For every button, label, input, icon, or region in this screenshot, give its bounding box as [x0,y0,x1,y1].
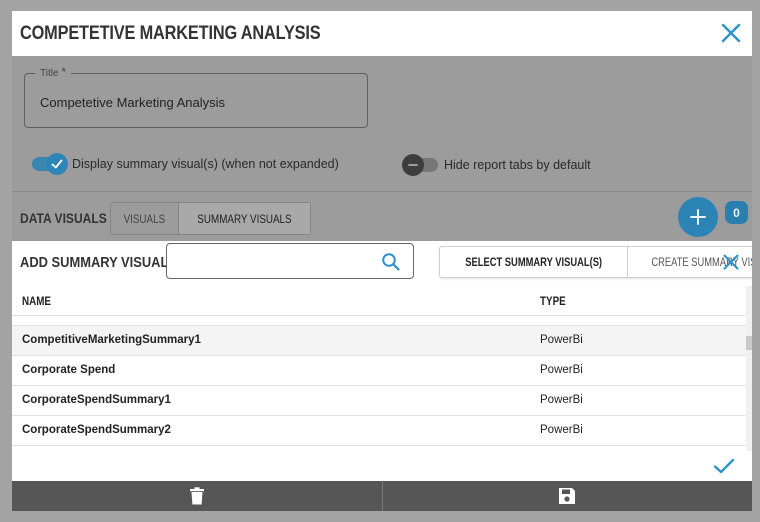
dialog-footer [12,481,752,511]
delete-button[interactable] [12,481,382,511]
edit-report-dialog: COMPETETIVE MARKETING ANALYSIS Title * C… [12,11,752,511]
row-name: CorporateSpendSummary1 [22,394,171,406]
summary-visuals-table: NAME TYPE CompetitiveMarketingSummary1 P… [12,286,746,451]
hide-report-tabs-label: Hide report tabs by default [444,158,591,172]
toggle-track[interactable] [402,154,438,176]
add-visual-button[interactable] [678,197,718,237]
save-button[interactable] [383,481,753,511]
data-visuals-label: DATA VISUALS [20,210,107,226]
row-type: PowerBi [540,394,583,406]
trash-icon [189,487,204,505]
save-icon [559,488,576,504]
row-name: Corporate Spend [22,364,116,376]
close-icon[interactable] [720,22,742,44]
row-type: PowerBi [540,334,583,346]
dialog-title: COMPETETIVE MARKETING ANALYSIS [20,23,321,44]
table-header: NAME TYPE [12,286,746,316]
tab-visuals[interactable]: VISUALS [111,203,178,234]
row-type: PowerBi [540,364,583,376]
table-row[interactable]: Corporate Spend PowerBi [12,356,746,386]
table-row[interactable]: CompetitiveMarketingSummary1 PowerBi [12,326,746,356]
minus-icon [402,154,424,176]
search-input[interactable] [175,251,365,271]
table-row[interactable] [12,316,746,326]
summary-action-buttons: SELECT SUMMARY VISUAL(S) CREATE SUMMARY … [439,246,752,278]
scrollbar-thumb[interactable] [746,336,752,350]
table-scrollbar[interactable] [746,286,752,451]
title-field-value[interactable]: Competetive Marketing Analysis [40,95,225,110]
row-type: PowerBi [540,424,583,436]
display-summary-label: Display summary visual(s) (when not expa… [72,157,339,171]
add-summary-visuals-panel: ADD SUMMARY VISUAL(S) SELECT SUMMARY VIS… [12,241,752,481]
search-icon[interactable] [381,252,401,272]
tab-summary-visuals[interactable]: SUMMARY VISUALS [177,203,310,234]
display-summary-toggle[interactable]: Display summary visual(s) (when not expa… [32,153,339,175]
search-box[interactable] [166,243,414,279]
row-name: CompetitiveMarketingSummary1 [22,334,201,346]
add-summary-title: ADD SUMMARY VISUAL(S) [20,254,186,271]
table-row[interactable]: CorporateSpendSummary1 PowerBi [12,386,746,416]
row-name: CorporateSpendSummary2 [22,424,171,436]
visual-count-badge: 0 [725,201,748,224]
title-field[interactable]: Title * Competetive Marketing Analysis [24,65,368,128]
column-header-type[interactable]: TYPE [540,294,566,308]
visuals-tabs: VISUALS SUMMARY VISUALS [110,202,311,235]
close-icon[interactable] [722,253,740,271]
select-summary-visuals-button[interactable]: SELECT SUMMARY VISUAL(S) [440,247,627,277]
title-field-label: Title * [35,65,71,79]
table-row[interactable]: CorporateSpendSummary2 PowerBi [12,416,746,446]
check-icon[interactable] [712,456,736,476]
plus-icon [690,209,706,225]
data-visuals-bar: DATA VISUALS VISUALS SUMMARY VISUALS 0 [12,191,752,241]
dialog-header: COMPETETIVE MARKETING ANALYSIS [12,11,752,56]
hide-report-tabs-toggle[interactable]: Hide report tabs by default [402,154,591,176]
table-body: CompetitiveMarketingSummary1 PowerBi Cor… [12,316,746,446]
report-form: Title * Competetive Marketing Analysis D… [12,56,752,191]
toggle-track[interactable] [32,153,68,175]
check-icon [46,153,68,175]
column-header-name[interactable]: NAME [22,294,51,308]
